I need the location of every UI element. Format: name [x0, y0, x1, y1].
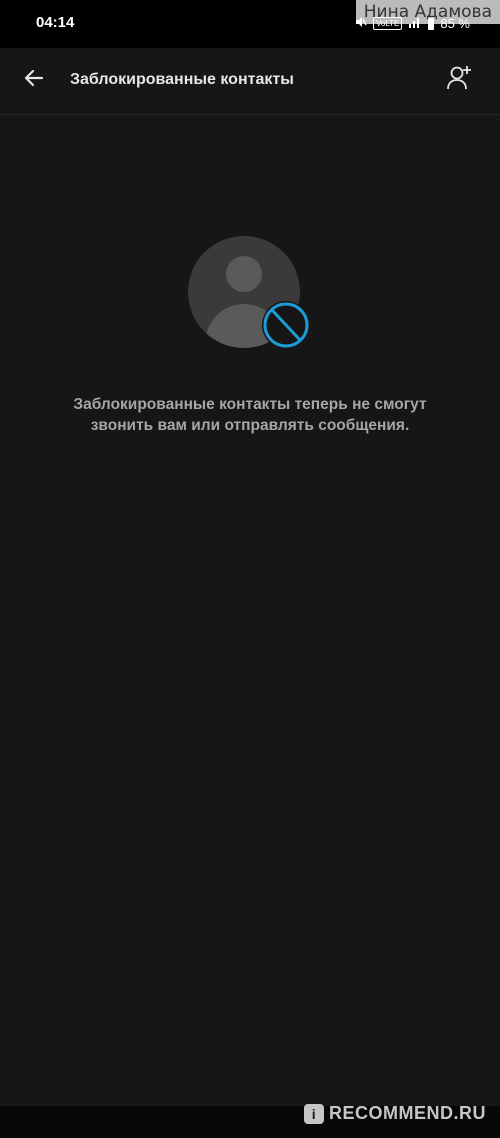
- mute-icon: [355, 16, 367, 31]
- blocked-person-icon: [186, 234, 316, 356]
- back-button[interactable]: [16, 62, 52, 98]
- app-bar: Заблокированные контакты: [0, 48, 500, 115]
- battery-percent: 85 %: [440, 16, 470, 31]
- add-contact-icon: [445, 63, 475, 98]
- empty-state-line-1: Заблокированные контакты теперь не смогу…: [73, 396, 427, 413]
- page-title: Заблокированные контакты: [70, 71, 294, 88]
- status-icons: VoLTE 85 %: [355, 16, 470, 31]
- signal-icon: [408, 16, 422, 31]
- arrow-left-icon: [23, 67, 45, 94]
- watermark-site: i RECOMMEND.RU: [304, 1103, 486, 1124]
- watermark-badge: i: [304, 1103, 324, 1124]
- volte-badge: VoLTE: [372, 17, 403, 30]
- empty-state-message: Заблокированные контакты теперь не смогу…: [30, 394, 470, 436]
- add-blocked-contact-button[interactable]: [440, 60, 480, 100]
- status-bar: 04:14 Нина Адамова VoLTE 85 %: [0, 0, 500, 48]
- watermark-text: RECOMMEND.RU: [329, 1103, 486, 1123]
- status-time: 04:14: [36, 14, 75, 31]
- battery-icon: [428, 17, 435, 30]
- empty-state-line-2: звонить вам или отправлять сообщения.: [90, 417, 410, 434]
